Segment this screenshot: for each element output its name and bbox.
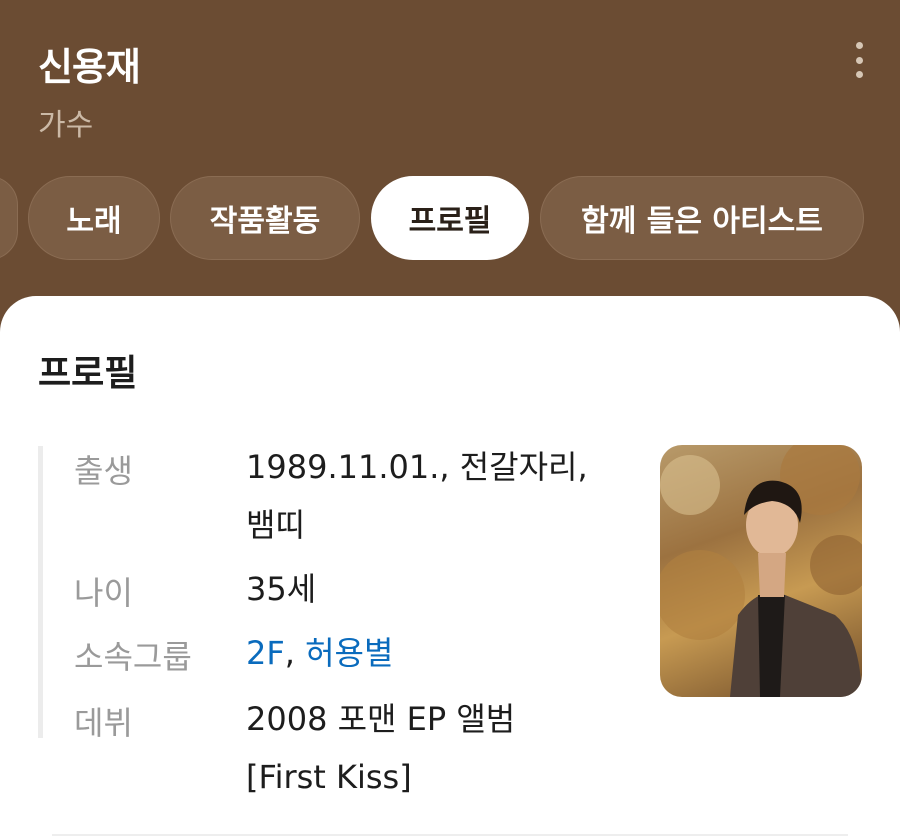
artist-photo-image: [660, 445, 862, 697]
value-birth: 1989.11.01., 전갈자리, 뱀띠: [246, 448, 588, 544]
tab-bar: 노래 작품활동 프로필 함께 들은 아티스트: [0, 176, 900, 260]
value-age: 35세: [246, 570, 317, 608]
group-separator: ,: [284, 634, 306, 672]
section-divider: [52, 834, 848, 836]
profile-title: 프로필: [38, 353, 138, 394]
more-vertical-icon[interactable]: [846, 40, 872, 80]
label-birth: 출생: [74, 452, 133, 490]
group-link-heoyongbyeol[interactable]: 허용별: [305, 634, 393, 672]
tab-related-artists[interactable]: 함께 들은 아티스트: [540, 176, 864, 260]
tab-songs[interactable]: 노래: [28, 176, 160, 260]
artist-name: 신용재: [38, 45, 141, 89]
group-link-2f[interactable]: 2F: [246, 634, 285, 672]
value-debut: 2008 포맨 EP 앨범 [First Kiss]: [246, 700, 516, 796]
tab-previous-partial[interactable]: [0, 176, 18, 260]
label-group: 소속그룹: [74, 638, 192, 676]
label-age: 나이: [74, 574, 133, 612]
tab-works[interactable]: 작품활동: [170, 176, 360, 260]
tab-profile[interactable]: 프로필: [371, 176, 529, 260]
value-group: 2F, 허용별: [246, 624, 626, 682]
info-divider: [38, 446, 43, 738]
artist-occupation: 가수: [38, 108, 94, 143]
artist-photo[interactable]: [660, 445, 862, 697]
label-debut: 데뷔: [74, 704, 133, 742]
